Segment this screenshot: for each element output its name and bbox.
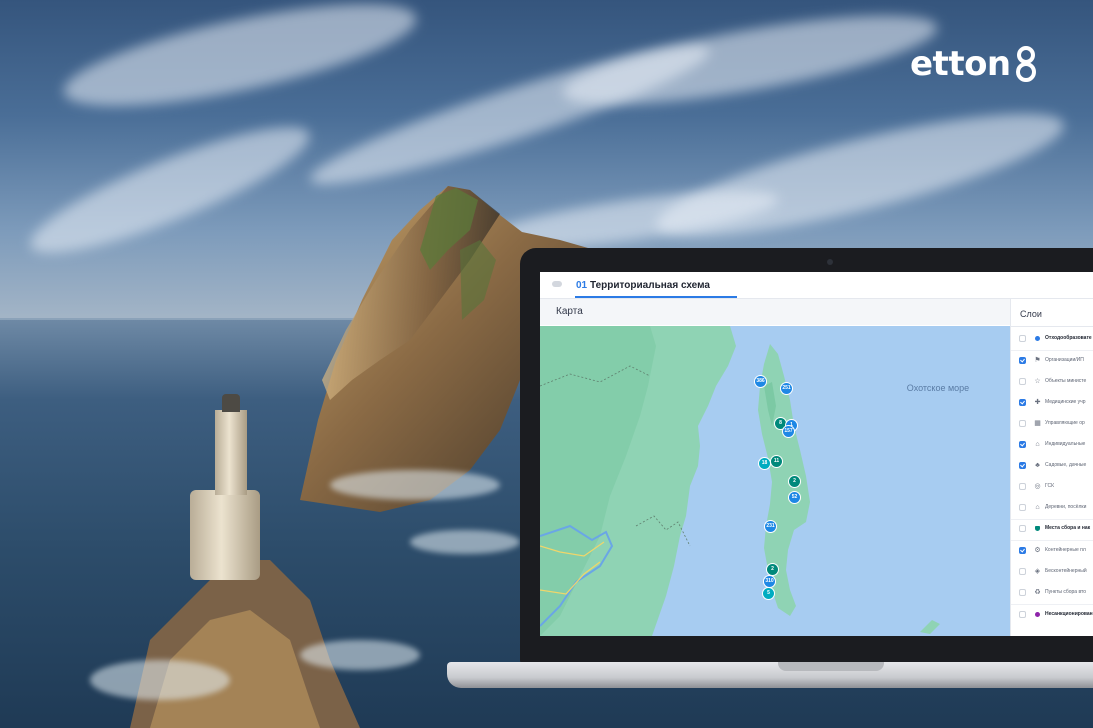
layer-containerless[interactable]: ◈ Бесконтейнерный — [1011, 562, 1093, 582]
map-cluster-marker[interactable]: 18 — [759, 458, 770, 469]
laptop-base — [447, 662, 1093, 688]
building-icon: ▦ — [1034, 420, 1041, 427]
map-cluster-marker[interactable]: 2 — [767, 564, 778, 575]
map-cluster-marker[interactable]: 11 — [771, 456, 782, 467]
laptop-notch — [778, 662, 884, 671]
tab-number: 01 — [576, 280, 588, 291]
layer-label: Несанкционирован — [1045, 611, 1093, 617]
layer-checkbox[interactable] — [1019, 420, 1026, 427]
layer-checkbox[interactable] — [1019, 462, 1026, 469]
layer-label: Места сбора и нак — [1045, 525, 1091, 531]
map-cluster-marker[interactable]: 5 — [763, 588, 774, 599]
layer-checkbox[interactable] — [1019, 335, 1026, 342]
recycle-icon: ♻ — [1034, 589, 1041, 596]
medical-icon: ✚ — [1034, 399, 1041, 406]
map-cluster-marker[interactable]: 251 — [781, 383, 792, 394]
logo-text: etton — [910, 44, 1011, 84]
layer-label: Садовые, дачные — [1045, 462, 1087, 468]
layer-unauthorized-dumps[interactable]: Несанкционирован — [1011, 605, 1093, 625]
layer-collection-points[interactable]: Места сбора и нак — [1011, 519, 1093, 539]
layer-checkbox[interactable] — [1019, 504, 1026, 511]
map-cluster-marker[interactable]: 386 — [755, 376, 766, 387]
layer-label: Управляющие ор — [1045, 420, 1085, 426]
container-icon: ⚙ — [1034, 547, 1041, 554]
layer-checkbox[interactable] — [1019, 357, 1026, 364]
tab-territorial-scheme[interactable]: Территориальная схема — [590, 280, 710, 291]
app-header: 01 Территориальная схема — [540, 272, 1093, 299]
layer-label: Деревни, посёлки — [1045, 504, 1087, 510]
layer-label: Организации/ИП — [1045, 357, 1084, 363]
lighthouse-tower — [215, 410, 247, 495]
layer-label: Отходообразовате — [1045, 335, 1092, 341]
house-icon: ⌂ — [1035, 441, 1040, 448]
laptop-screen: 01 Территориальная схема Карта Охотское … — [540, 272, 1093, 636]
webcam-icon — [827, 259, 833, 265]
layer-checkbox[interactable] — [1019, 441, 1026, 448]
tree-icon: ♣ — [1035, 462, 1040, 469]
layer-color-dot — [1035, 336, 1040, 341]
layers-title: Слои — [1020, 309, 1042, 319]
map-cluster-marker[interactable]: 2 — [789, 476, 800, 487]
map-title: Карта — [556, 306, 583, 317]
brand-logo: etton — [910, 44, 1037, 84]
lighthouse-lamp — [222, 394, 240, 412]
lighthouse-base — [190, 490, 260, 580]
layer-label: Индивидуальные — [1045, 441, 1086, 447]
layer-ministry-objects[interactable]: ☆ Объекты министе — [1011, 372, 1093, 392]
layer-waste-generators[interactable]: Отходообразовате — [1011, 329, 1093, 349]
map-cluster-marker[interactable]: 310 — [764, 576, 775, 587]
layer-label: Бесконтейнерный — [1045, 568, 1087, 574]
layer-medical[interactable]: ✚ Медицинские учр — [1011, 393, 1093, 413]
collapse-menu-icon[interactable] — [552, 281, 562, 287]
layer-checkbox[interactable] — [1019, 525, 1026, 532]
wave-foam — [90, 660, 230, 700]
layer-checkbox[interactable] — [1019, 483, 1026, 490]
layer-color-dot — [1035, 612, 1040, 617]
logo-mark-icon — [1015, 46, 1036, 82]
star-icon: ☆ — [1034, 378, 1041, 385]
layer-checkbox[interactable] — [1019, 568, 1026, 575]
layer-management-companies[interactable]: ▦ Управляющие ор — [1011, 414, 1093, 434]
garage-icon: ◎ — [1034, 483, 1041, 490]
sea-label: Охотское море — [906, 383, 970, 393]
map-landmass — [540, 326, 940, 636]
layer-label: Объекты министе — [1045, 378, 1087, 384]
map-cluster-marker[interactable]: 157 — [783, 426, 794, 437]
divider — [1011, 326, 1093, 327]
layer-label: Пункты сбора вто — [1045, 589, 1087, 595]
wave-foam — [330, 470, 500, 500]
layer-container-sites[interactable]: ⚙ Контейнерные пл — [1011, 541, 1093, 561]
layer-checkbox[interactable] — [1019, 547, 1026, 554]
layers-panel: Слои Отходообразовате ⚑ Организации/ИП ☆… — [1010, 299, 1093, 636]
layer-individual[interactable]: ⌂ Индивидуальные — [1011, 435, 1093, 455]
shield-icon — [1035, 526, 1040, 531]
layer-checkbox[interactable] — [1019, 589, 1026, 596]
layer-label: Контейнерные пл — [1045, 547, 1086, 553]
map-cluster-marker[interactable]: 52 — [789, 492, 800, 503]
map-cluster-marker[interactable]: 231 — [765, 521, 776, 532]
active-tab-indicator — [575, 296, 737, 298]
map-view[interactable]: Охотское море 386 251 8 1 157 18 11 2 52… — [540, 326, 1010, 636]
layer-organizations[interactable]: ⚑ Организации/ИП — [1011, 351, 1093, 371]
village-icon: ⌂ — [1035, 504, 1040, 511]
wave-foam — [300, 640, 420, 670]
layer-label: Медицинские учр — [1045, 399, 1086, 405]
layer-recycling-points[interactable]: ♻ Пункты сбора вто — [1011, 583, 1093, 603]
bin-icon: ◈ — [1034, 568, 1041, 575]
layer-label: ГСК — [1045, 483, 1055, 489]
layer-checkbox[interactable] — [1019, 611, 1026, 618]
flag-icon: ⚑ — [1034, 357, 1041, 364]
layer-checkbox[interactable] — [1019, 378, 1026, 385]
map-header: Карта — [540, 299, 1010, 325]
wave-foam — [410, 530, 520, 554]
layer-villages[interactable]: ⌂ Деревни, посёлки — [1011, 498, 1093, 518]
layer-garden-dacha[interactable]: ♣ Садовые, дачные — [1011, 456, 1093, 476]
layer-checkbox[interactable] — [1019, 399, 1026, 406]
layer-gsk[interactable]: ◎ ГСК — [1011, 477, 1093, 497]
